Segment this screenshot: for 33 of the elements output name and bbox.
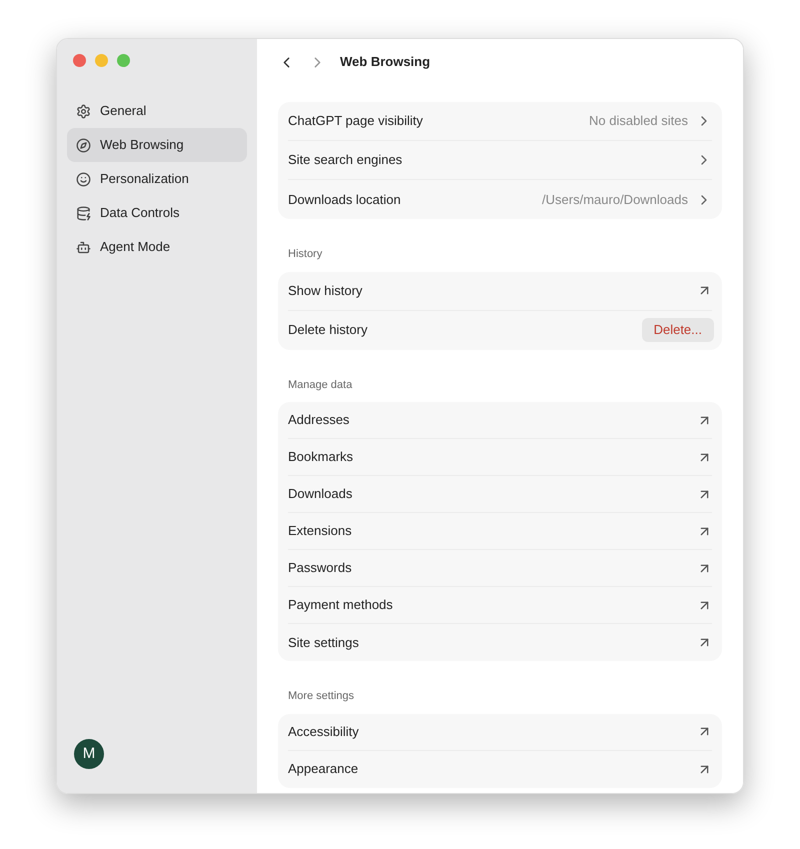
window-title: Web Browsing (340, 53, 430, 72)
gear-icon (76, 104, 91, 118)
row-label: Appearance (288, 760, 358, 778)
smile-icon (76, 172, 91, 186)
row-value: /Users/mauro/Downloads (542, 190, 688, 209)
row-label: Downloads (288, 485, 352, 504)
row-label: Bookmarks (288, 448, 354, 466)
row-label: Site settings (288, 634, 359, 652)
sidebar-item[interactable]: Personalization (67, 162, 247, 196)
row-label: Delete history (288, 321, 368, 340)
close-window-icon[interactable] (73, 54, 86, 67)
compass-icon (76, 138, 91, 152)
row-label: Extensions (288, 522, 352, 540)
row-label: Passwords (288, 559, 352, 578)
bot-icon (76, 240, 91, 254)
avatar[interactable]: M (74, 739, 104, 769)
sidebar-item[interactable]: Agent Mode (67, 230, 247, 264)
row-label: Downloads location (288, 190, 401, 209)
row-label: Show history (288, 282, 362, 300)
row-label: Site search engines (288, 151, 402, 170)
row-label: ChatGPT page visibility (288, 112, 423, 130)
row-label: Payment methods (288, 596, 393, 614)
sidebar-item[interactable]: Web Browsing (67, 128, 247, 162)
row-label: Accessibility (288, 722, 359, 741)
sidebar-item[interactable]: Data Controls (67, 196, 247, 230)
database-icon (76, 206, 91, 220)
section-title: More settings (287, 689, 356, 704)
section-title: History (287, 247, 324, 262)
row-value: No disabled sites (589, 112, 688, 130)
row-label: Addresses (288, 411, 350, 430)
section-title: Manage data (287, 378, 354, 392)
sidebar-item[interactable]: General (67, 94, 247, 128)
delete-button[interactable]: Delete... (642, 318, 714, 342)
